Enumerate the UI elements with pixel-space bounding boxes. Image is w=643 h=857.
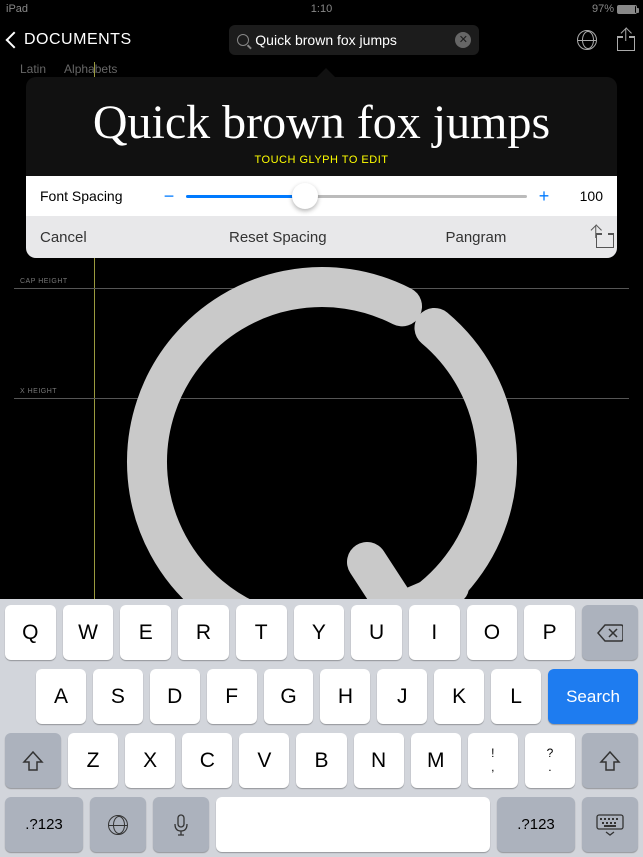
- key-d[interactable]: D: [150, 669, 200, 724]
- key-n[interactable]: N: [354, 733, 404, 788]
- search-text: Quick brown fox jumps: [255, 32, 455, 48]
- status-bar: iPad 1:10 97%: [0, 0, 643, 18]
- preview-popover: Quick brown fox jumps TOUCH GLYPH TO EDI…: [26, 77, 617, 258]
- battery-icon: [617, 5, 637, 14]
- slider-thumb[interactable]: [292, 183, 318, 209]
- spacing-decrement[interactable]: −: [160, 186, 178, 207]
- clear-search-icon[interactable]: ✕: [455, 32, 471, 48]
- numbers-key-right[interactable]: .?123: [497, 797, 575, 852]
- x-height-label: X HEIGHT: [20, 388, 57, 395]
- key-e[interactable]: E: [120, 605, 171, 660]
- key-u[interactable]: U: [351, 605, 402, 660]
- key-i[interactable]: I: [409, 605, 460, 660]
- popover-pointer: [316, 68, 336, 78]
- spacing-increment[interactable]: +: [535, 186, 553, 207]
- shift-key-right[interactable]: [582, 733, 638, 788]
- key-j[interactable]: J: [377, 669, 427, 724]
- key-q[interactable]: Q: [5, 605, 56, 660]
- space-key[interactable]: [216, 797, 490, 852]
- reset-spacing-button[interactable]: Reset Spacing: [179, 229, 377, 246]
- pangram-button[interactable]: Pangram: [377, 229, 575, 246]
- nav-bar: DOCUMENTS Quick brown fox jumps ✕: [0, 18, 643, 62]
- dictation-key[interactable]: [153, 797, 209, 852]
- key-r[interactable]: R: [178, 605, 229, 660]
- key-v[interactable]: V: [239, 733, 289, 788]
- popover-share-button[interactable]: [587, 226, 605, 248]
- key-a[interactable]: A: [36, 669, 86, 724]
- key-f[interactable]: F: [207, 669, 257, 724]
- search-key[interactable]: Search: [548, 669, 638, 724]
- battery-status: 97%: [592, 3, 637, 15]
- shift-key-left[interactable]: [5, 733, 61, 788]
- share-button[interactable]: [617, 29, 635, 51]
- key-t[interactable]: T: [236, 605, 287, 660]
- search-icon: [237, 34, 249, 46]
- preview-text[interactable]: Quick brown fox jumps: [26, 77, 617, 154]
- clock: 1:10: [311, 3, 332, 15]
- globe-icon: [108, 815, 128, 835]
- search-field[interactable]: Quick brown fox jumps ✕: [229, 25, 479, 55]
- key-x[interactable]: X: [125, 733, 175, 788]
- key-m[interactable]: M: [411, 733, 461, 788]
- key-b[interactable]: B: [296, 733, 346, 788]
- key-o[interactable]: O: [467, 605, 518, 660]
- key-h[interactable]: H: [320, 669, 370, 724]
- key-comma[interactable]: !,: [468, 733, 518, 788]
- globe-icon[interactable]: [577, 30, 597, 50]
- font-spacing-row: Font Spacing − + 100: [26, 176, 617, 216]
- key-p[interactable]: P: [524, 605, 575, 660]
- key-period[interactable]: ?.: [525, 733, 575, 788]
- key-s[interactable]: S: [93, 669, 143, 724]
- globe-key[interactable]: [90, 797, 146, 852]
- key-k[interactable]: K: [434, 669, 484, 724]
- device-label: iPad: [6, 3, 28, 15]
- cancel-button[interactable]: Cancel: [26, 229, 179, 246]
- key-g[interactable]: G: [264, 669, 314, 724]
- backspace-key[interactable]: [582, 605, 638, 660]
- numbers-key-left[interactable]: .?123: [5, 797, 83, 852]
- key-w[interactable]: W: [63, 605, 114, 660]
- key-y[interactable]: Y: [294, 605, 345, 660]
- back-label: DOCUMENTS: [24, 31, 132, 49]
- popover-actions: Cancel Reset Spacing Pangram: [26, 216, 617, 258]
- spacing-value: 100: [553, 188, 603, 204]
- chevron-left-icon: [6, 32, 23, 49]
- keyboard: Q W E R T Y U I O P A S D F G H J K L Se…: [0, 599, 643, 857]
- key-c[interactable]: C: [182, 733, 232, 788]
- cap-height-label: CAP HEIGHT: [20, 278, 68, 285]
- spacing-label: Font Spacing: [40, 188, 160, 204]
- spacing-slider[interactable]: [186, 195, 527, 198]
- hide-keyboard-key[interactable]: [582, 797, 638, 852]
- key-l[interactable]: L: [491, 669, 541, 724]
- back-button[interactable]: DOCUMENTS: [8, 31, 132, 49]
- hint-label: TOUCH GLYPH TO EDIT: [26, 154, 617, 176]
- key-z[interactable]: Z: [68, 733, 118, 788]
